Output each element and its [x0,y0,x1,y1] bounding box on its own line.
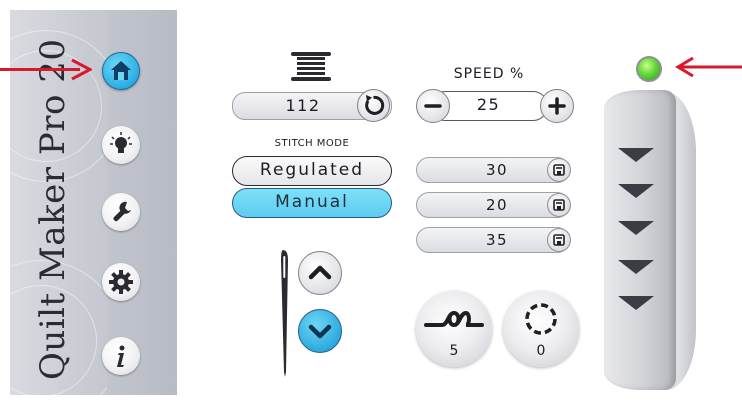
speed-preset-value: 35 [485,231,509,249]
wheel-down-arrow-icon [618,221,654,235]
home-icon [111,61,131,80]
wheel-down-arrow-icon [618,148,654,162]
needle-down-button[interactable] [298,309,342,353]
gear-icon [109,270,133,294]
annotation-arrowhead-home [71,58,92,81]
stitch-mode-regulated-button[interactable]: Regulated [232,156,392,186]
wheel-down-arrow-icon [618,296,654,310]
bobbin-reset-button[interactable] [357,89,390,122]
speed-wheel[interactable] [604,90,676,390]
bobbin-count-value: 112 [285,96,321,115]
chevron-up-icon [308,265,332,280]
tie-off-button[interactable]: 5 [416,291,492,367]
nav-tips-button[interactable] [102,126,140,164]
nav-tools-button[interactable] [102,193,140,231]
plus-icon [548,97,566,115]
chevron-down-icon [308,324,332,339]
wheel-down-arrow-icon [618,184,654,198]
needle-icon [281,250,288,377]
spool-icon [291,52,331,81]
stitch-counter-value: 0 [536,343,546,359]
nav-info-button[interactable] [102,337,140,375]
save-icon [553,164,565,176]
tie-off-value: 5 [449,343,459,359]
speed-preset-value: 30 [485,161,509,179]
speed-increase-button[interactable] [540,89,574,123]
wrench-icon [113,201,131,222]
save-icon [553,199,565,211]
brand-title: Quilt Maker Pro 20 [33,38,73,380]
speed-preset-value: 20 [485,196,509,214]
reset-icon [365,95,385,115]
lightbulb-icon [110,132,132,153]
stitch-mode-label: STITCH MODE [274,138,350,149]
save-preset-3-button[interactable] [547,228,571,252]
wheel-down-arrow-icon [618,260,654,274]
knot-icon [424,310,484,328]
annotation-arrow-led [675,56,742,78]
speed-value: 25 [476,95,501,114]
save-preset-2-button[interactable] [547,193,571,217]
dashed-circle-icon [525,303,557,335]
speed-label: SPEED % [453,66,525,82]
stitch-counter-button[interactable]: 0 [503,291,579,367]
minus-icon [424,104,442,108]
stitch-mode-manual-button[interactable]: Manual [232,188,392,218]
save-icon [553,234,565,246]
info-icon [117,345,125,367]
status-led [636,56,662,82]
speed-decrease-button[interactable] [416,89,450,123]
nav-settings-button[interactable] [102,263,140,301]
save-preset-1-button[interactable] [547,158,571,182]
nav-home-button[interactable] [102,52,140,90]
needle-up-button[interactable] [298,251,342,295]
